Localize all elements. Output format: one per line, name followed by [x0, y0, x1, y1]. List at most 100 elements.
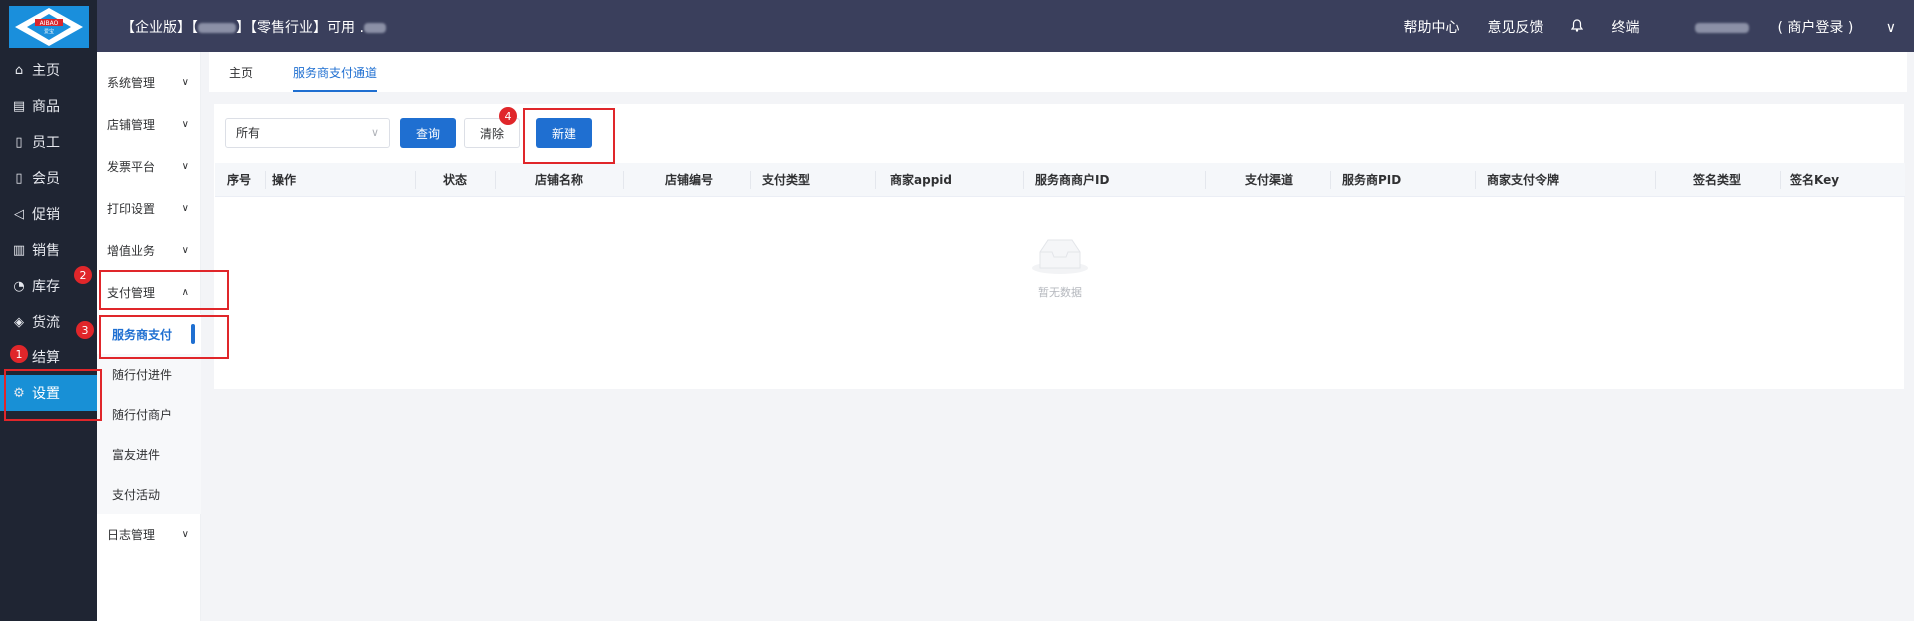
tab-service-provider-channel[interactable]: 服务商支付通道: [273, 52, 397, 92]
col-header: 序号: [227, 173, 252, 187]
nav-item-promotion[interactable]: ◁ 促销: [0, 196, 97, 232]
status-select[interactable]: 所有 ∨: [225, 118, 390, 148]
member-icon: ▯: [15, 170, 23, 186]
chevron-down-icon: ∨: [181, 528, 189, 540]
nav-label: 促销: [32, 207, 60, 223]
col-divider: [623, 171, 624, 189]
col-divider: [1330, 171, 1331, 189]
tab-label: 主页: [229, 65, 254, 80]
col-header: 签名Key: [1790, 173, 1840, 187]
header-actions: 帮助中心 意见反馈 终端 ( 商户登录 ) ∨: [1375, 17, 1896, 37]
nav-label: 货流: [32, 315, 60, 331]
submenu-child-label: 随行付商户: [112, 407, 173, 422]
submenu-child-payment-activity[interactable]: 支付活动: [97, 474, 201, 514]
employee-icon: ▯: [15, 134, 23, 150]
empty-box-icon: [1030, 232, 1090, 280]
redacted-date: [363, 23, 386, 33]
col-divider: [1655, 171, 1656, 189]
submenu-label: 发票平台: [107, 159, 156, 174]
annotation-box-payment: [99, 270, 229, 310]
annotation-box-new: [523, 108, 615, 164]
help-center-link[interactable]: 帮助中心: [1403, 17, 1459, 37]
nav-item-member[interactable]: ▯ 会员: [0, 160, 97, 196]
submenu-value-added[interactable]: 增值业务 ∨: [97, 230, 201, 270]
user-menu[interactable]: ( 商户登录 ) ∨: [1667, 17, 1896, 37]
submenu-child-label: 富友进件: [112, 447, 161, 462]
submenu-label: 增值业务: [107, 243, 156, 258]
submenu-label: 日志管理: [107, 527, 156, 542]
nav-item-home[interactable]: ⌂ 主页: [0, 52, 97, 88]
col-header: 商家appid: [890, 173, 952, 187]
submenu-store[interactable]: 店铺管理 ∨: [97, 104, 201, 144]
col-divider: [750, 171, 751, 189]
clear-label: 清除: [479, 126, 504, 141]
promotion-icon: ◁: [14, 206, 24, 222]
sales-chart-icon: ▥: [12, 242, 26, 258]
col-divider: [265, 171, 266, 189]
nav-item-employee[interactable]: ▯ 员工: [0, 124, 97, 160]
query-button[interactable]: 查询: [400, 118, 456, 148]
submenu-system[interactable]: 系统管理 ∨: [97, 62, 201, 102]
annotation-box-settings: [4, 369, 102, 421]
submenu-child-label: 随行付进件: [112, 367, 173, 382]
nav-label: 员工: [32, 135, 60, 151]
col-divider: [1780, 171, 1781, 189]
col-header: 商家支付令牌: [1487, 173, 1560, 187]
nav-item-goods[interactable]: ▤ 商品: [0, 88, 97, 124]
redacted-account: [198, 23, 236, 33]
annotation-badge: 3: [76, 321, 94, 339]
col-divider: [415, 171, 416, 189]
col-header: 店铺编号: [665, 173, 714, 187]
col-divider: [495, 171, 496, 189]
col-header: 支付渠道: [1245, 173, 1294, 187]
top-header: 【企业版】【 】【零售行业】可用 . 帮助中心 意见反馈 终端 ( 商户登录 ) …: [97, 0, 1914, 52]
submenu-label: 店铺管理: [107, 117, 156, 132]
main-content: 主页 服务商支付通道: [201, 52, 1914, 621]
col-header: 服务商商户ID: [1035, 173, 1110, 187]
col-divider: [1475, 171, 1476, 189]
feedback-link[interactable]: 意见反馈: [1487, 17, 1543, 37]
col-header: 支付类型: [762, 173, 811, 187]
query-label: 查询: [415, 126, 440, 141]
bell-icon[interactable]: [1571, 19, 1584, 35]
col-divider: [1023, 171, 1024, 189]
tab-home[interactable]: 主页: [209, 52, 273, 92]
col-divider: [875, 171, 876, 189]
submenu-log[interactable]: 日志管理 ∨: [97, 514, 201, 554]
chevron-down-icon: ∨: [181, 160, 189, 172]
annotation-box-service-pay: [99, 315, 229, 359]
terminal-link[interactable]: 终端: [1611, 17, 1639, 37]
submenu-print[interactable]: 打印设置 ∨: [97, 188, 201, 228]
redacted-username: [1695, 23, 1750, 33]
chevron-down-icon: ∨: [181, 244, 189, 256]
col-header: 状态: [443, 173, 468, 187]
submenu-child-label: 支付活动: [112, 487, 161, 502]
industry-label: 】【零售行业】可用: [236, 20, 355, 36]
nav-item-sales[interactable]: ▥ 销售: [0, 232, 97, 268]
annotation-badge: 4: [499, 107, 517, 125]
nav-label: 库存: [32, 279, 60, 295]
col-divider: [1205, 171, 1206, 189]
nav-label: 会员: [32, 171, 60, 187]
submenu-child-fuyou-onboard[interactable]: 富友进件: [97, 434, 201, 474]
chevron-down-icon: ∨: [181, 202, 189, 214]
col-header: 店铺名称: [535, 173, 584, 187]
aibao-logo[interactable]: AIBAO 爱宝: [9, 6, 89, 48]
logo-text-top: AIBAO: [40, 20, 59, 27]
select-value: 所有: [236, 126, 261, 140]
logistics-icon: ◈: [14, 314, 24, 330]
home-icon: ⌂: [14, 62, 24, 78]
annotation-badge: 2: [74, 266, 92, 284]
left-nav: AIBAO 爱宝 ⌂ 主页 ▤ 商品 ▯ 员工 ▯ 会员 ◁ 促销 ▥ 销售 ◔…: [0, 0, 97, 621]
nav-label: 主页: [32, 63, 60, 79]
edition-label: 【企业版】【: [121, 20, 198, 36]
col-header: 操作: [272, 173, 297, 187]
submenu-invoice[interactable]: 发票平台 ∨: [97, 146, 201, 186]
goods-icon: ▤: [12, 98, 26, 114]
submenu-label: 打印设置: [107, 201, 156, 216]
submenu-child-suixingfu-onboard[interactable]: 随行付进件: [97, 354, 201, 394]
submenu-child-suixingfu-merchant[interactable]: 随行付商户: [97, 394, 201, 434]
tab-bar: 主页 服务商支付通道: [209, 52, 1907, 92]
login-mode-label: ( 商户登录 ): [1777, 20, 1854, 36]
chevron-down-icon: ∨: [1885, 20, 1896, 36]
